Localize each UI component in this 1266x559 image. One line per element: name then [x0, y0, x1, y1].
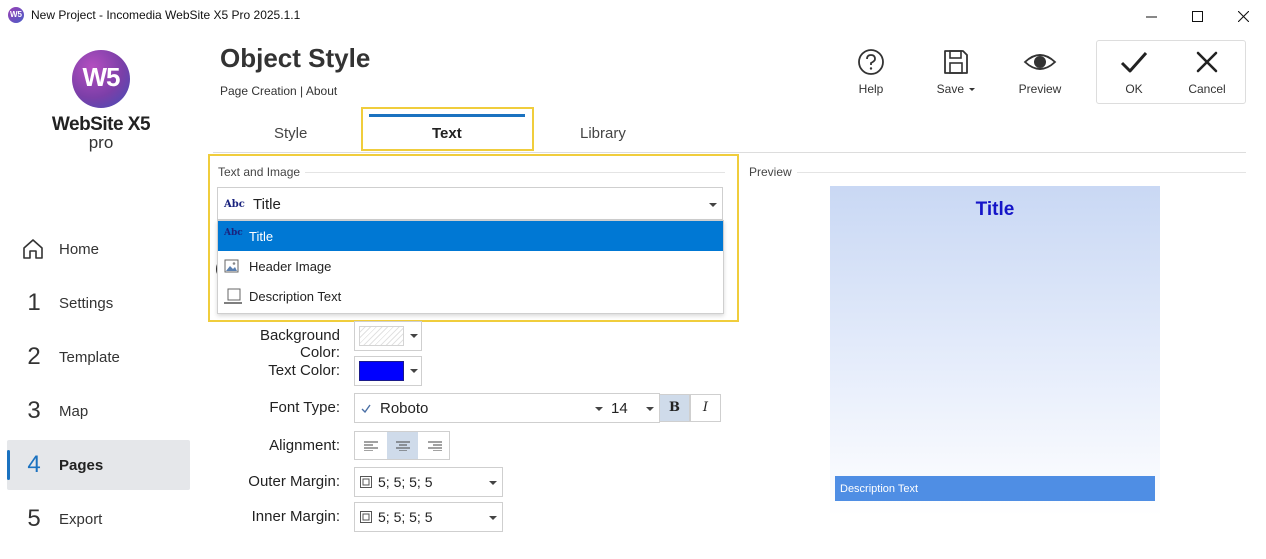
sidebar-item-label: Home: [59, 240, 100, 258]
align-center-icon: [395, 441, 410, 451]
check-icon: [361, 404, 371, 413]
checkmark-icon: [1120, 52, 1148, 73]
minimize-button[interactable]: [1128, 0, 1174, 32]
save-label: Save: [936, 82, 964, 96]
eye-icon: [1023, 54, 1057, 70]
preview-button[interactable]: Preview: [1010, 44, 1070, 100]
sidebar-item-label: Pages: [59, 456, 104, 474]
background-color-label: Background Color:: [259, 327, 340, 361]
text-color-picker[interactable]: [354, 356, 422, 386]
preview-label: Preview: [1018, 82, 1062, 96]
tab-library[interactable]: Library: [580, 125, 626, 142]
font-name: Roboto: [380, 400, 429, 417]
ok-button[interactable]: OK: [1104, 44, 1164, 100]
logo-edition: pro: [88, 133, 114, 152]
section-divider: [797, 172, 1246, 173]
align-right-button[interactable]: [419, 432, 450, 459]
sidebar-item-settings[interactable]: 1 Settings: [7, 278, 190, 328]
cancel-label: Cancel: [1188, 82, 1226, 96]
save-icon: [944, 50, 968, 74]
italic-button[interactable]: I: [690, 394, 721, 422]
margin-icon: [360, 476, 372, 488]
tabs-divider: [213, 152, 1246, 153]
sidebar-item-map[interactable]: 3 Map: [7, 386, 190, 436]
preview-title: Title: [975, 199, 1015, 220]
inner-margin-field[interactable]: 5; 5; 5; 5: [354, 502, 503, 532]
home-icon: [23, 239, 43, 259]
text-color-label: Text Color:: [268, 362, 340, 379]
step-number: 3: [27, 397, 41, 424]
inner-margin-label: Inner Margin:: [251, 508, 340, 525]
outer-margin-label: Outer Margin:: [248, 473, 340, 490]
title-bar: W5 New Project - Incomedia WebSite X5 Pr…: [0, 0, 1266, 32]
align-left-button[interactable]: [355, 432, 386, 459]
sidebar-item-label: Export: [59, 510, 103, 528]
ok-label: OK: [1125, 82, 1143, 96]
background-color-picker[interactable]: [354, 321, 422, 351]
font-size[interactable]: 14: [611, 400, 628, 417]
margin-icon: [360, 511, 372, 523]
minimize-icon: [1145, 16, 1157, 17]
outer-margin-field[interactable]: 5; 5; 5; 5: [354, 467, 503, 497]
preview-description: Description Text: [835, 476, 1155, 501]
alignment-group: [354, 431, 450, 460]
cancel-button[interactable]: Cancel: [1177, 44, 1237, 100]
sidebar-item-export[interactable]: 5 Export: [7, 494, 190, 544]
help-label: Help: [858, 82, 884, 96]
window-title: New Project - Incomedia WebSite X5 Pro 2…: [31, 8, 301, 22]
page-title: Object Style: [220, 43, 371, 73]
step-number: 4: [27, 451, 41, 478]
outer-margin-value: 5; 5; 5; 5: [378, 474, 433, 490]
close-button[interactable]: [1220, 0, 1266, 32]
chevron-down-icon: [410, 334, 418, 338]
sidebar-item-template[interactable]: 2 Template: [7, 332, 190, 382]
help-button[interactable]: Help: [841, 44, 901, 100]
text-color-swatch: [359, 361, 404, 381]
sidebar-item-label: Map: [59, 402, 89, 420]
tab-highlight-box: [361, 107, 534, 151]
sidebar-item-pages[interactable]: 4 Pages: [7, 440, 190, 490]
font-type-label: Font Type:: [269, 399, 340, 416]
align-right-icon: [427, 441, 442, 451]
chevron-down-icon: [489, 516, 497, 520]
breadcrumb: Page Creation | About: [220, 84, 338, 98]
chevron-down-icon: [595, 407, 603, 411]
sidebar-item-label: Settings: [59, 294, 114, 312]
step-number: 1: [27, 289, 41, 316]
preview-section-label: Preview: [749, 165, 792, 179]
chevron-down-icon: [969, 88, 976, 92]
tab-style[interactable]: Style: [274, 125, 307, 142]
transparent-swatch: [359, 326, 404, 346]
sidebar-item-home[interactable]: Home: [7, 224, 190, 274]
logo-mark: W5: [72, 50, 130, 108]
alignment-label: Alignment:: [269, 437, 340, 454]
step-number: 2: [27, 343, 41, 370]
save-button[interactable]: Save: [926, 44, 986, 100]
bold-button[interactable]: B: [659, 394, 690, 422]
font-select[interactable]: Roboto 14: [354, 393, 660, 423]
help-icon: [858, 49, 884, 75]
preview-canvas: Title: [830, 186, 1160, 516]
step-number: 5: [27, 505, 41, 532]
chevron-down-icon: [489, 481, 497, 485]
chevron-down-icon: [410, 369, 418, 373]
align-left-icon: [363, 441, 378, 451]
cancel-icon: [1196, 51, 1218, 73]
maximize-button[interactable]: [1174, 0, 1220, 32]
inner-margin-value: 5; 5; 5; 5: [378, 509, 433, 525]
chevron-down-icon: [646, 407, 654, 411]
app-window: W5 New Project - Incomedia WebSite X5 Pr…: [0, 0, 1266, 559]
maximize-icon: [1191, 10, 1203, 22]
close-icon: [1237, 10, 1249, 22]
app-icon: W5: [8, 7, 24, 23]
align-center-button[interactable]: [387, 432, 418, 459]
dropdown-highlight-box: [208, 154, 739, 322]
sidebar-item-label: Template: [59, 348, 120, 366]
